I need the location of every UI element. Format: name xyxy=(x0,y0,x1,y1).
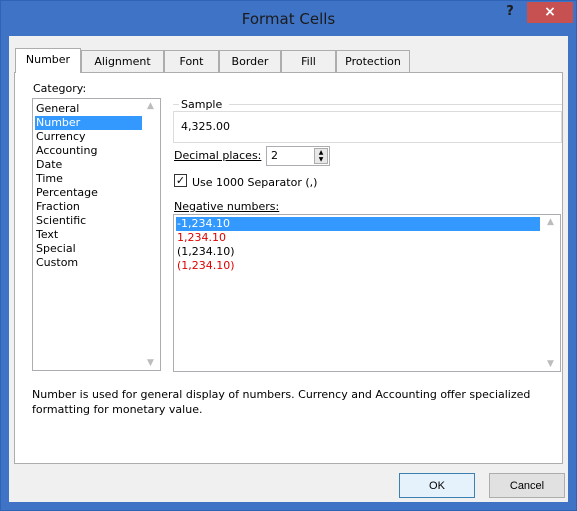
category-item-time[interactable]: Time xyxy=(35,172,63,186)
tab-alignment[interactable]: Alignment xyxy=(81,50,164,72)
negative-format-1[interactable]: -1,234.10 xyxy=(176,217,540,231)
category-listbox[interactable]: General Number Currency Accounting Date … xyxy=(32,98,161,371)
close-button[interactable]: × xyxy=(527,2,573,23)
scroll-up-icon[interactable]: ▲ xyxy=(147,101,154,111)
sample-box xyxy=(173,111,562,143)
negative-numbers-listbox[interactable]: -1,234.10 1,234.10 (1,234.10) (1,234.10)… xyxy=(173,214,561,372)
decimal-places-value[interactable]: 2 xyxy=(271,149,278,162)
tab-border[interactable]: Border xyxy=(219,50,281,72)
category-label: Category: xyxy=(33,82,87,95)
category-item-special[interactable]: Special xyxy=(35,242,76,256)
category-description: Number is used for general display of nu… xyxy=(32,388,531,416)
category-item-date[interactable]: Date xyxy=(35,158,62,172)
window-frame-left xyxy=(1,36,9,510)
use-1000-separator-label[interactable]: Use 1000 Separator (,) xyxy=(192,176,317,189)
use-1000-separator-checkbox[interactable]: ✓ xyxy=(174,174,187,187)
scroll-down-icon[interactable]: ▼ xyxy=(547,359,554,369)
sample-group-line-left xyxy=(173,104,179,105)
scroll-up-icon[interactable]: ▲ xyxy=(547,217,554,227)
sample-group-line-right xyxy=(229,104,562,105)
category-scrollbar[interactable]: ▲ ▼ xyxy=(143,99,160,370)
negative-format-4[interactable]: (1,234.10) xyxy=(176,259,540,273)
title-bar[interactable]: Format Cells ? × xyxy=(1,1,576,36)
checkmark-icon: ✓ xyxy=(175,174,186,187)
category-item-currency[interactable]: Currency xyxy=(35,130,86,144)
category-item-scientific[interactable]: Scientific xyxy=(35,214,86,228)
category-item-number[interactable]: Number xyxy=(35,116,142,130)
tab-protection[interactable]: Protection xyxy=(336,50,410,72)
category-item-general[interactable]: General xyxy=(35,102,79,116)
cancel-button[interactable]: Cancel xyxy=(489,473,565,498)
tab-fill[interactable]: Fill xyxy=(281,50,336,72)
help-button[interactable]: ? xyxy=(501,3,519,21)
tab-font[interactable]: Font xyxy=(164,50,219,72)
category-item-text[interactable]: Text xyxy=(35,228,58,242)
negative-numbers-label: Negative numbers: xyxy=(174,200,280,213)
window-frame-bottom xyxy=(1,502,576,510)
sample-label: Sample xyxy=(181,98,223,111)
stepper-arrows-icon[interactable]: ▲ ▼ xyxy=(314,148,328,164)
category-item-custom[interactable]: Custom xyxy=(35,256,78,270)
window-title: Format Cells xyxy=(241,10,336,28)
ok-button[interactable]: OK xyxy=(399,473,475,498)
negative-numbers-scrollbar[interactable]: ▲ ▼ xyxy=(543,215,560,371)
scroll-down-icon[interactable]: ▼ xyxy=(147,358,154,368)
category-item-percentage[interactable]: Percentage xyxy=(35,186,98,200)
tab-number[interactable]: Number xyxy=(15,48,81,73)
category-item-fraction[interactable]: Fraction xyxy=(35,200,80,214)
sample-value: 4,325.00 xyxy=(181,120,230,133)
window-frame-right xyxy=(568,36,576,510)
format-cells-dialog: Format Cells ? × Number Alignment Font B… xyxy=(0,0,577,511)
negative-format-2[interactable]: 1,234.10 xyxy=(176,231,540,245)
category-item-accounting[interactable]: Accounting xyxy=(35,144,97,158)
negative-format-3[interactable]: (1,234.10) xyxy=(176,245,540,259)
decimal-places-stepper[interactable]: 2 ▲ ▼ xyxy=(266,146,330,166)
decimal-places-label: Decimal places: xyxy=(174,149,262,162)
